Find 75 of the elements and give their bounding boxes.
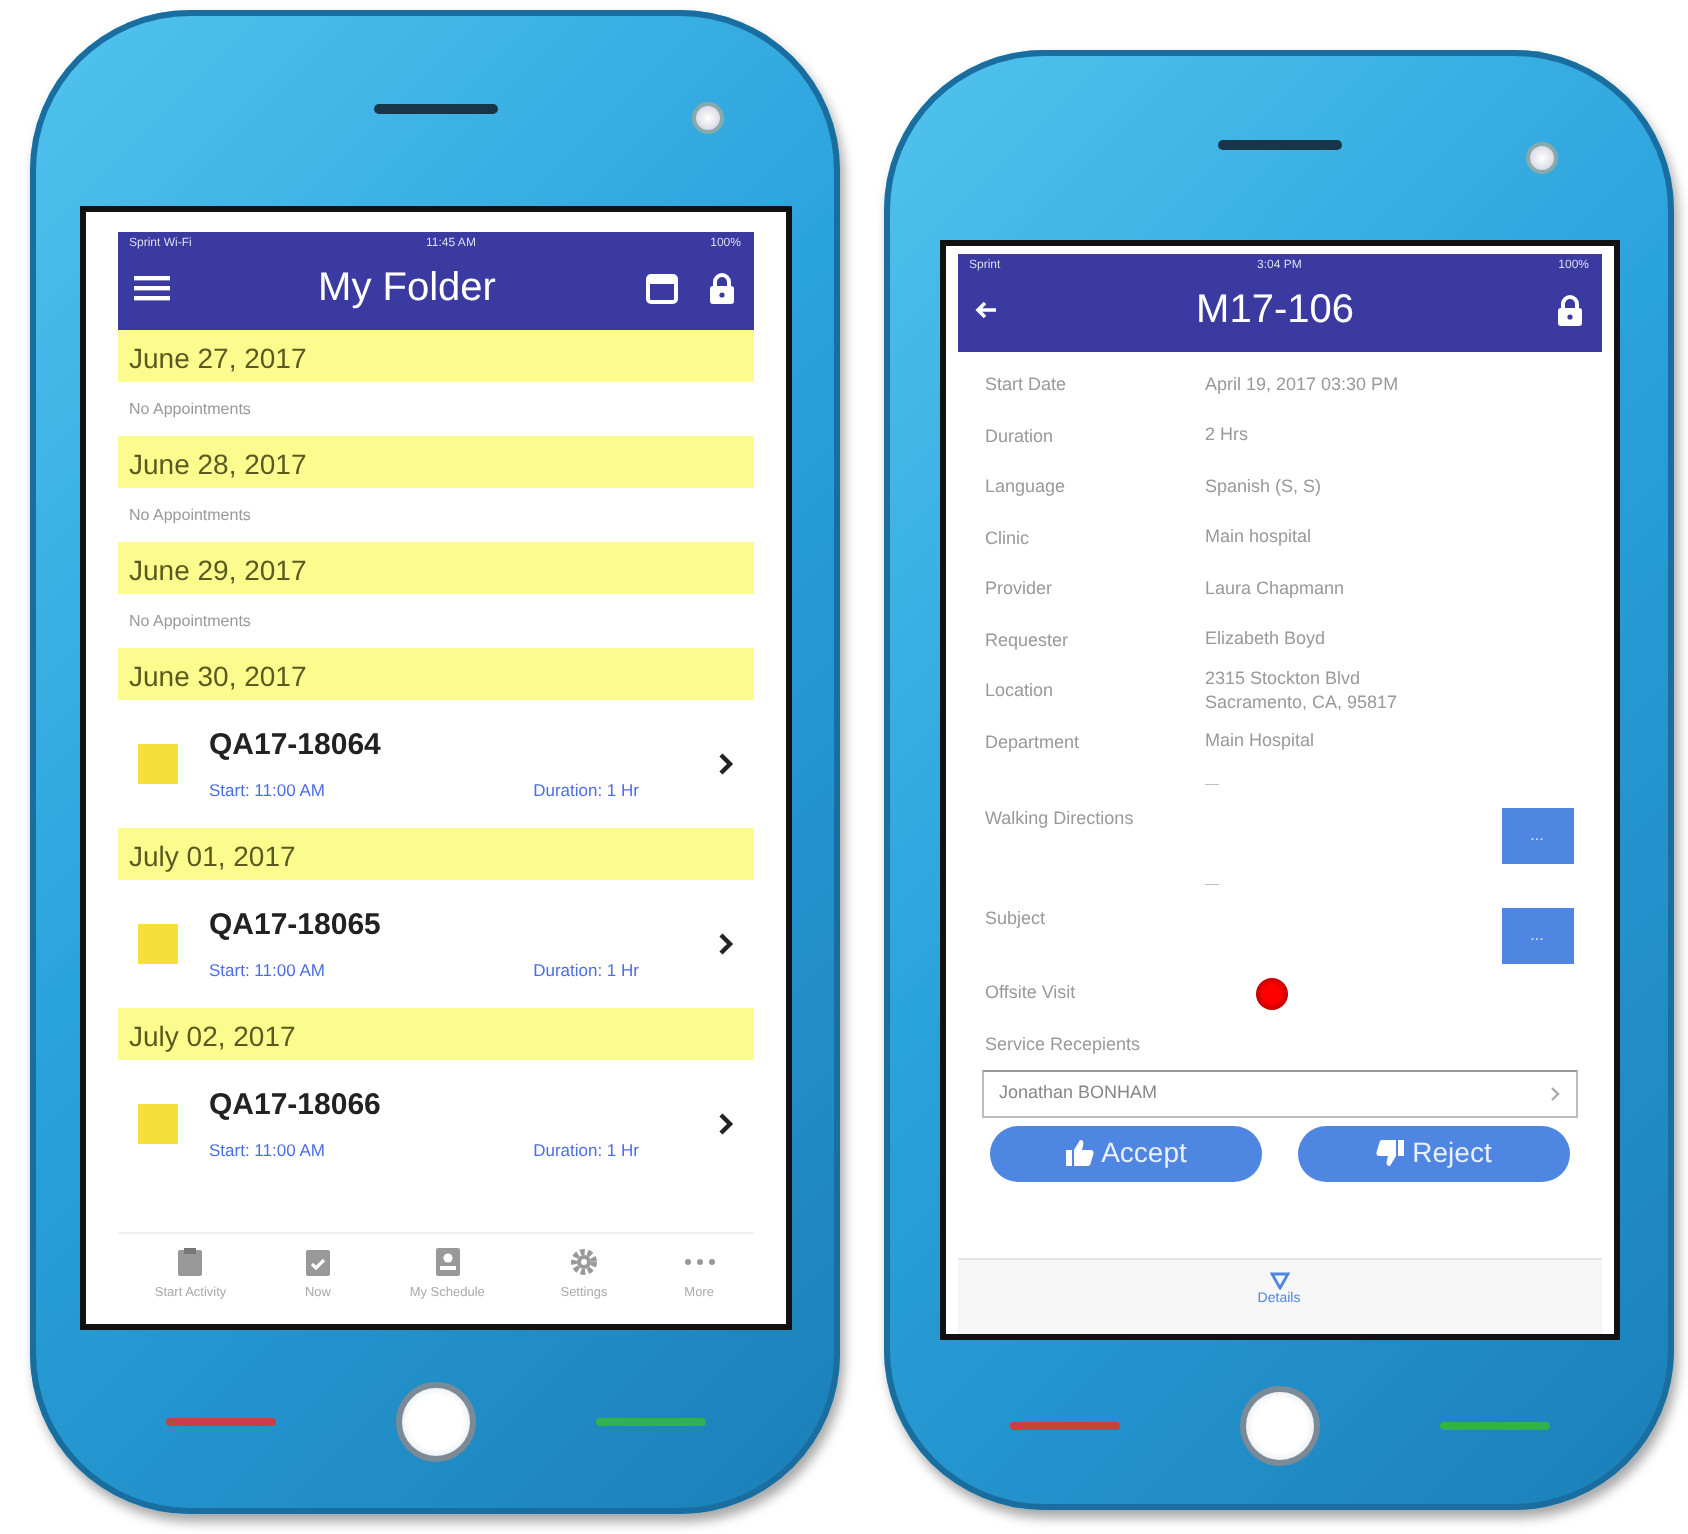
camera-lens (1526, 142, 1558, 174)
field-label: Duration (985, 423, 1056, 449)
indicator-light (1009, 1421, 1119, 1429)
field-value: April 19, 2017 03:30 PM (1205, 373, 1399, 398)
more-icon (683, 1258, 716, 1267)
appointment-id: QA17-18065 (209, 906, 383, 947)
indicator-light (1439, 1421, 1549, 1429)
duration-text: Duration: 1 Hr (533, 777, 639, 804)
field-label: Language (985, 474, 1068, 500)
appointment-row[interactable]: QA17-18065 Start: 11:00 AM Duration: 1 Hr (117, 880, 753, 1008)
field-label: Offsite Visit (985, 980, 1076, 1006)
field-label: Subject (985, 905, 1048, 932)
field-label: Department (985, 729, 1082, 756)
field-value: Spanish (S, S) (1205, 475, 1322, 500)
more-button[interactable]: ... (1501, 808, 1573, 864)
reject-button[interactable]: Reject (1297, 1125, 1569, 1181)
empty-message: No Appointments (127, 504, 253, 528)
start-time: Start: 11:00 AM (209, 1137, 325, 1164)
field-value: Laura Chapmann (1205, 577, 1345, 602)
toggle-indicator[interactable] (1255, 977, 1288, 1010)
person-card-icon (431, 1246, 464, 1279)
date-header: July 02, 2017 (117, 1008, 753, 1060)
date-header: June 29, 2017 (117, 542, 753, 594)
thumbs-up-icon (1063, 1138, 1096, 1168)
appointment-row[interactable]: QA17-18064 Start: 11:00 AM Duration: 1 Hr (117, 700, 753, 828)
date-header: June 28, 2017 (117, 436, 753, 488)
field-label: Walking Directions (985, 805, 1136, 832)
field-value: Elizabeth Boyd (1205, 628, 1326, 653)
date-header: June 30, 2017 (117, 648, 753, 700)
thumbs-down-icon (1374, 1138, 1407, 1168)
date-header: June 27, 2017 (117, 330, 753, 382)
indicator-light (595, 1418, 705, 1426)
menu-icon[interactable] (133, 274, 169, 302)
screen-title: My Folder (316, 264, 498, 314)
field-value: 2315 Stockton Blvd Sacramento, CA, 95817 (1205, 668, 1398, 715)
field-value: Main Hospital (1205, 730, 1315, 755)
chevron-right-icon (717, 932, 733, 956)
field-label: Start Date (985, 372, 1069, 398)
settings-icon (567, 1246, 600, 1279)
back-arrow-icon[interactable] (973, 300, 997, 320)
recipient-name: Jonathan BONHAM (999, 1080, 1158, 1106)
triangle-down-icon (1269, 1271, 1289, 1289)
lock-icon[interactable] (705, 271, 737, 305)
calendar-icon[interactable] (645, 272, 677, 304)
field-label: Requester (985, 627, 1071, 654)
speaker-grille (373, 103, 497, 113)
field-value: Main hospital (1205, 526, 1312, 551)
empty-message: No Appointments (127, 398, 253, 422)
duration-text: Duration: 1 Hr (533, 957, 639, 984)
screen-title: M17-106 (1194, 286, 1356, 336)
chevron-right-icon (717, 1112, 733, 1136)
indicator-light (165, 1418, 275, 1426)
field-value: 2 Hrs (1205, 424, 1249, 449)
speaker-grille (1217, 140, 1341, 150)
field-label: Location (985, 678, 1056, 704)
section-label: Service Recepients (985, 1031, 1141, 1058)
empty-message: No Appointments (127, 610, 253, 634)
recipient-row[interactable]: Jonathan BONHAM (981, 1070, 1577, 1117)
start-time: Start: 11:00 AM (209, 777, 325, 804)
appointment-id: QA17-18064 (209, 726, 383, 767)
lock-icon[interactable] (1553, 293, 1585, 327)
date-header: July 01, 2017 (117, 828, 753, 880)
camera-lens (692, 102, 724, 134)
appointment-id: QA17-18066 (209, 1086, 383, 1127)
chevron-right-icon (717, 752, 733, 776)
accept-button[interactable]: Accept (989, 1125, 1261, 1181)
duration-text: Duration: 1 Hr (533, 1137, 639, 1164)
start-time: Start: 11:00 AM (209, 957, 325, 984)
field-label: Clinic (985, 525, 1032, 551)
more-button[interactable]: ... (1501, 908, 1573, 964)
checklist-icon (302, 1246, 334, 1279)
field-label: Provider (985, 576, 1055, 602)
chevron-right-icon (1549, 1085, 1559, 1102)
appointment-row[interactable]: QA17-18066 Start: 11:00 AM Duration: 1 Hr (117, 1060, 753, 1188)
clipboard-icon (174, 1246, 207, 1279)
